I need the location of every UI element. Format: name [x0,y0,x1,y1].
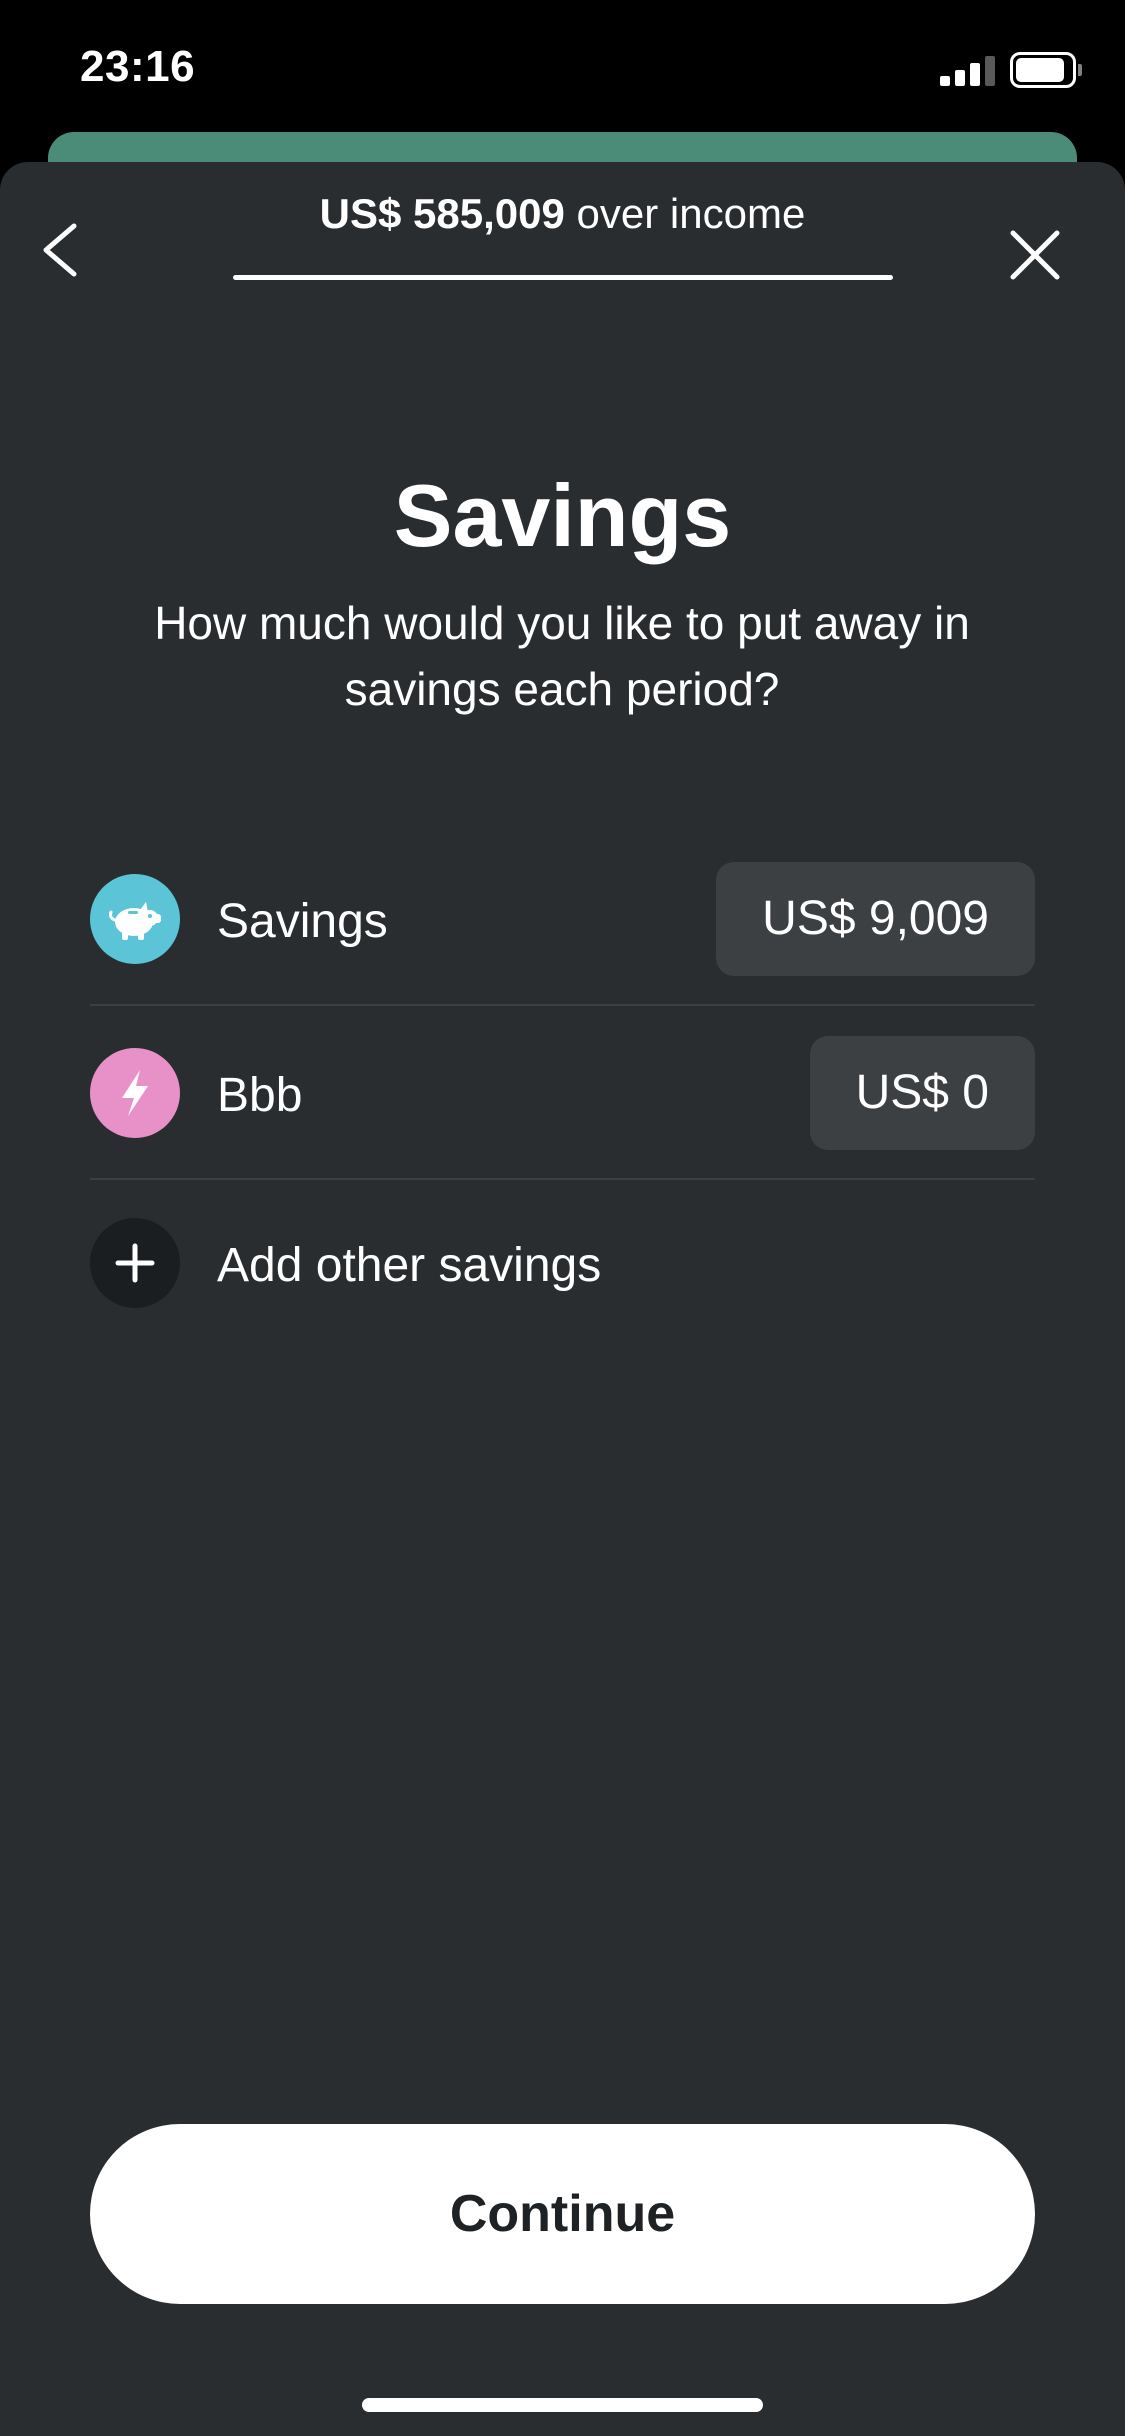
status-time: 23:16 [80,42,196,91]
over-income-indicator: US$ 585,009 over income [150,190,975,238]
back-button[interactable] [30,210,100,290]
add-other-savings-button[interactable]: Add other savings [90,1218,1035,1318]
over-income-label: over income [564,190,806,237]
chevron-left-icon [43,223,77,277]
savings-amount-input[interactable]: US$ 9,009 [716,862,1035,976]
plus-icon [90,1218,180,1308]
savings-row-label: Savings [217,895,388,948]
savings-row-label: Bbb [217,1069,303,1122]
page-subtitle: How much would you like to put away in s… [154,597,970,715]
page-title: Savings [393,466,732,565]
home-indicator [362,2398,763,2412]
lightning-bolt-icon [90,1048,180,1138]
row-divider [90,1178,1035,1180]
add-other-savings-label: Add other savings [217,1239,602,1292]
header-underline [233,275,893,280]
over-income-amount: US$ 585,009 [319,190,565,237]
continue-button[interactable]: Continue [90,2124,1035,2304]
cellular-signal-icon [940,56,996,86]
savings-row-savings: Savings US$ 9,009 [90,832,1035,1006]
close-icon [1010,230,1060,280]
status-bar: 23:16 [0,0,1125,132]
piggy-bank-icon [90,874,180,964]
savings-amount-input[interactable]: US$ 0 [809,1036,1035,1150]
battery-icon [1010,52,1082,88]
savings-row-bbb: Bbb US$ 0 [90,1006,1035,1180]
close-button[interactable] [1000,220,1070,290]
